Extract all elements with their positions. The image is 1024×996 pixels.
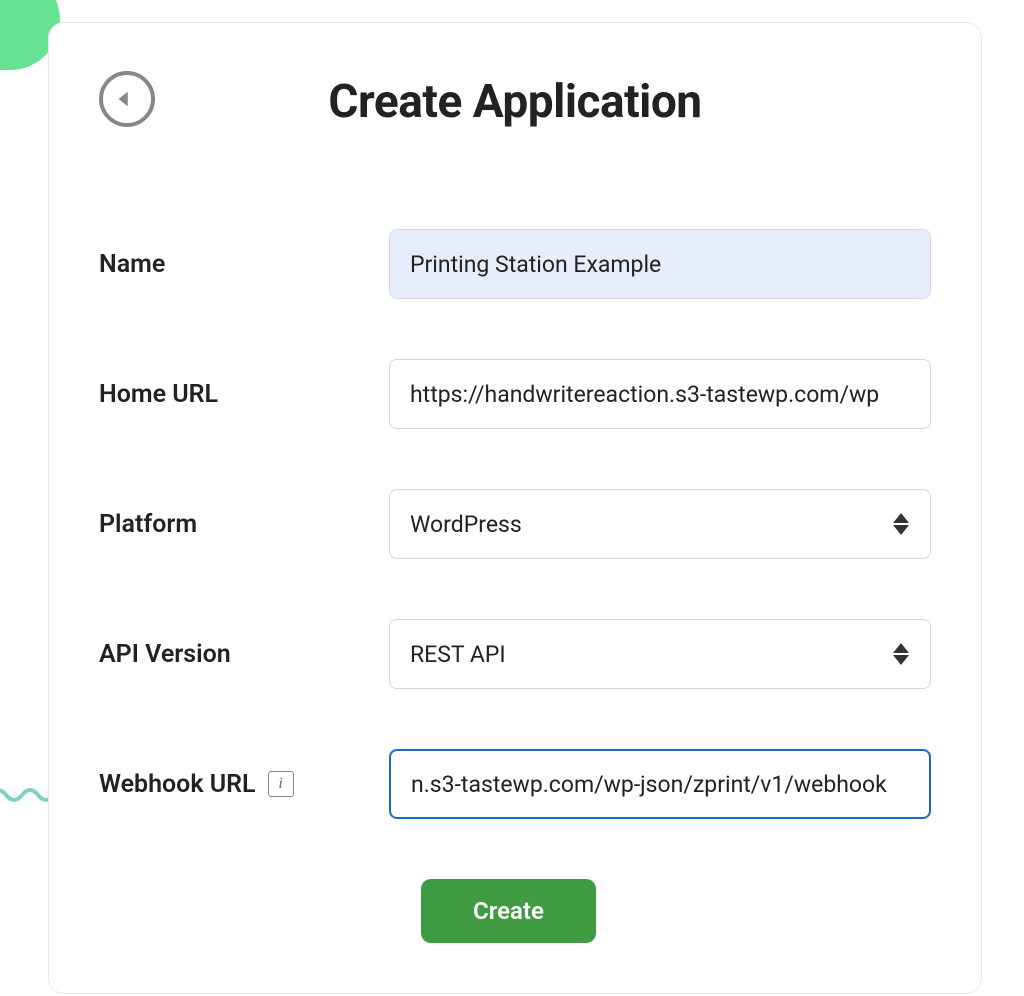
form-row-api-version: API Version REST API — [99, 619, 931, 689]
home-url-input[interactable] — [389, 359, 931, 429]
platform-label: Platform — [99, 510, 389, 539]
info-icon[interactable]: i — [268, 771, 294, 797]
page-title: Create Application — [99, 75, 931, 129]
button-row: Create — [99, 879, 931, 943]
name-input[interactable] — [389, 229, 931, 299]
name-label: Name — [99, 250, 389, 279]
create-button[interactable]: Create — [421, 879, 596, 943]
webhook-url-input[interactable] — [389, 749, 931, 819]
card-header: Create Application — [99, 71, 931, 129]
back-arrow-icon — [114, 88, 136, 110]
api-version-select[interactable]: REST API — [389, 619, 931, 689]
back-button[interactable] — [99, 71, 155, 127]
form-row-webhook-url: Webhook URL i — [99, 749, 931, 819]
form-row-home-url: Home URL — [99, 359, 931, 429]
form-row-platform: Platform WordPress — [99, 489, 931, 559]
platform-select[interactable]: WordPress — [389, 489, 931, 559]
api-version-label: API Version — [99, 640, 389, 669]
home-url-label: Home URL — [99, 380, 389, 409]
create-application-card: Create Application Name Home URL Platfor… — [48, 22, 982, 994]
webhook-url-label-text: Webhook URL — [99, 770, 256, 799]
form-row-name: Name — [99, 229, 931, 299]
webhook-url-label: Webhook URL i — [99, 770, 389, 799]
